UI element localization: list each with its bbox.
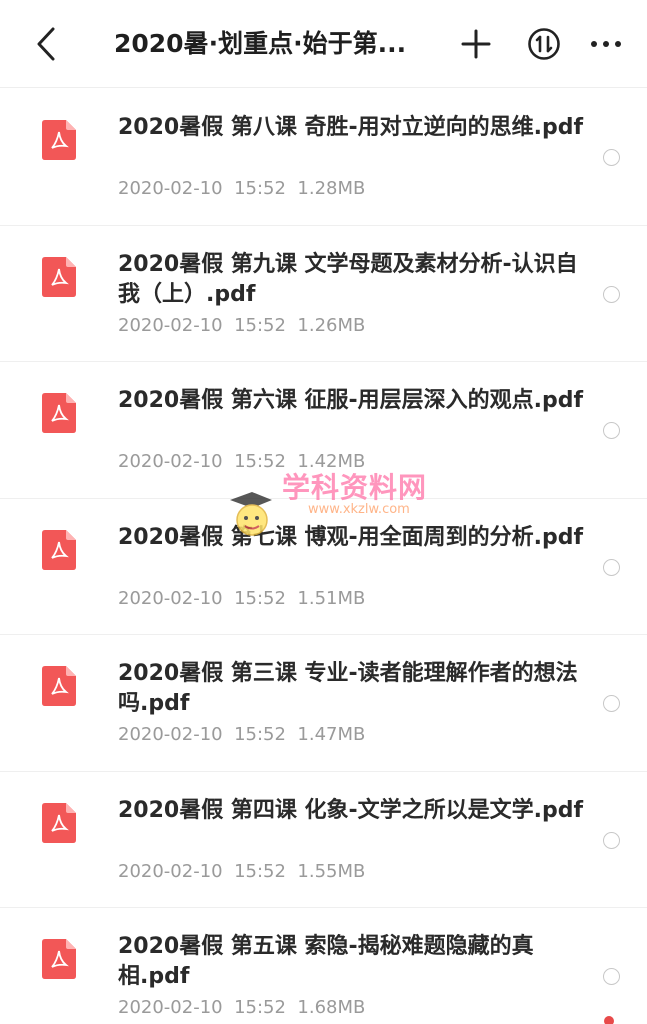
chevron-left-icon bbox=[37, 27, 55, 61]
pdf-file-icon bbox=[42, 256, 76, 297]
file-date: 2020-02-10 bbox=[118, 860, 223, 882]
add-button[interactable] bbox=[454, 22, 498, 66]
file-meta: 2020-02-10 15:52 1.42MB bbox=[118, 450, 365, 474]
select-radio[interactable] bbox=[603, 285, 620, 303]
sort-button[interactable] bbox=[522, 22, 566, 66]
back-button[interactable] bbox=[26, 22, 66, 66]
file-date: 2020-02-10 bbox=[118, 178, 223, 199]
file-size: 1.68MB bbox=[297, 997, 366, 1018]
file-row[interactable]: 2020暑假 第六课 征服-用层层深入的观点.pdf 2020-02-10 15:… bbox=[0, 362, 647, 499]
plus-icon bbox=[461, 29, 491, 59]
file-meta: 2020-02-10 15:52 1.68MB bbox=[118, 996, 365, 1020]
file-size: 1.42MB bbox=[297, 451, 366, 472]
pdf-file-icon bbox=[42, 120, 76, 160]
file-list: 2020暑假 第八课 奇胜-用对立逆向的思维.pdf 2020-02-10 15:… bbox=[0, 89, 647, 1024]
pdf-file-icon bbox=[42, 529, 76, 570]
file-meta: 2020-02-10 15:52 1.55MB bbox=[118, 860, 365, 884]
pdf-file-icon bbox=[42, 939, 76, 979]
file-name: 2020暑假 第三课 专业-读者能理解作者的想法吗.pdf bbox=[118, 661, 578, 716]
select-radio[interactable] bbox=[603, 968, 620, 985]
file-date: 2020-02-10 bbox=[118, 997, 223, 1018]
file-date: 2020-02-10 bbox=[118, 451, 223, 472]
file-row[interactable]: 2020暑假 第五课 索隐-揭秘难题隐藏的真相.pdf 2020-02-10 15… bbox=[0, 908, 647, 1024]
select-radio[interactable] bbox=[603, 149, 620, 166]
file-time: 15:52 bbox=[234, 997, 286, 1018]
file-date: 2020-02-10 bbox=[118, 724, 223, 745]
file-size: 1.47MB bbox=[297, 724, 366, 745]
file-row[interactable]: 2020暑假 第七课 博观-用全面周到的分析.pdf 2020-02-10 15:… bbox=[0, 499, 647, 635]
file-date: 2020-02-10 bbox=[118, 314, 223, 336]
file-time: 15:52 bbox=[234, 860, 286, 882]
select-radio[interactable] bbox=[603, 695, 620, 712]
file-time: 15:52 bbox=[234, 724, 286, 745]
more-button[interactable] bbox=[584, 22, 628, 66]
file-row[interactable]: 2020暑假 第八课 奇胜-用对立逆向的思维.pdf 2020-02-10 15:… bbox=[0, 89, 647, 226]
more-dots-icon bbox=[591, 41, 621, 47]
file-size: 1.26MB bbox=[297, 314, 366, 336]
file-name: 2020暑假 第九课 文学母题及素材分析-认识自我（上）.pdf bbox=[118, 251, 578, 307]
file-size: 1.51MB bbox=[297, 587, 366, 609]
file-date: 2020-02-10 bbox=[118, 587, 223, 609]
file-name: 2020暑假 第八课 奇胜-用对立逆向的思维.pdf bbox=[118, 115, 584, 140]
file-name: 2020暑假 第五课 索隐-揭秘难题隐藏的真相.pdf bbox=[118, 934, 534, 989]
file-time: 15:52 bbox=[234, 314, 286, 336]
file-time: 15:52 bbox=[234, 587, 286, 609]
notification-dot bbox=[604, 1016, 614, 1024]
file-name: 2020暑假 第七课 博观-用全面周到的分析.pdf bbox=[118, 524, 584, 550]
file-size: 1.28MB bbox=[297, 178, 366, 199]
file-meta: 2020-02-10 15:52 1.47MB bbox=[118, 723, 365, 747]
page-title: 2020暑·划重点·始于第... bbox=[114, 29, 407, 58]
top-app-bar: 2020暑·划重点·始于第... bbox=[0, 0, 647, 88]
file-time: 15:52 bbox=[234, 451, 286, 472]
file-row[interactable]: 2020暑假 第三课 专业-读者能理解作者的想法吗.pdf 2020-02-10 … bbox=[0, 635, 647, 772]
file-name: 2020暑假 第六课 征服-用层层深入的观点.pdf bbox=[118, 388, 584, 413]
pdf-file-icon bbox=[42, 393, 76, 433]
file-time: 15:52 bbox=[234, 178, 286, 199]
file-name: 2020暑假 第四课 化象-文学之所以是文学.pdf bbox=[118, 797, 584, 823]
file-size: 1.55MB bbox=[297, 860, 366, 882]
select-radio[interactable] bbox=[603, 422, 620, 439]
select-radio[interactable] bbox=[603, 831, 620, 849]
file-meta: 2020-02-10 15:52 1.26MB bbox=[118, 314, 365, 338]
pdf-file-icon bbox=[42, 802, 76, 843]
sort-icon bbox=[528, 28, 560, 60]
file-row[interactable]: 2020暑假 第九课 文学母题及素材分析-认识自我（上）.pdf 2020-02-… bbox=[0, 226, 647, 362]
file-meta: 2020-02-10 15:52 1.51MB bbox=[118, 587, 365, 611]
file-meta: 2020-02-10 15:52 1.28MB bbox=[118, 177, 365, 201]
file-row[interactable]: 2020暑假 第四课 化象-文学之所以是文学.pdf 2020-02-10 15:… bbox=[0, 772, 647, 908]
pdf-file-icon bbox=[42, 666, 76, 706]
select-radio[interactable] bbox=[603, 558, 620, 576]
